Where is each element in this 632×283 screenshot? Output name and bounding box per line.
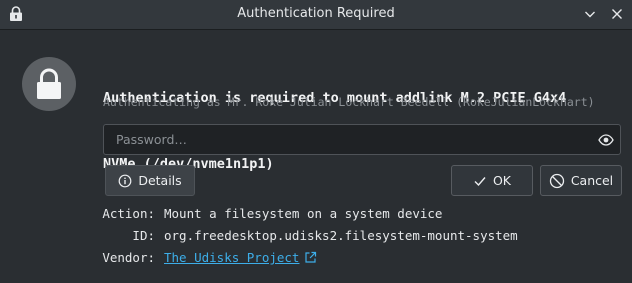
vendor-value: The Udisks Project [164, 249, 317, 269]
info-icon [118, 174, 132, 188]
cancel-icon [549, 173, 565, 189]
title-bar[interactable]: Authentication Required [0, 0, 632, 30]
checkmark-icon [473, 174, 487, 188]
authenticating-as-text: Authenticating as Mr. Roke Julian Lockha… [103, 95, 595, 109]
authentication-dialog: Authentication Required Authentication i… [0, 0, 632, 283]
chevron-down-icon[interactable] [581, 5, 599, 23]
details-button[interactable]: Details [105, 165, 195, 196]
close-icon[interactable] [608, 5, 626, 23]
ok-button[interactable]: OK [451, 165, 533, 196]
cancel-button-label: Cancel [570, 173, 614, 188]
id-row: ID: org.freedesktop.udisks2.filesystem-m… [0, 227, 632, 245]
password-input[interactable] [104, 125, 584, 154]
cancel-button[interactable]: Cancel [540, 165, 622, 196]
eye-icon[interactable] [598, 132, 614, 148]
external-link-icon[interactable] [304, 251, 317, 269]
action-row: Action: Mount a filesystem on a system d… [0, 205, 632, 223]
action-label: Action: [102, 206, 155, 221]
window-title: Authentication Required [237, 6, 395, 21]
action-value: Mount a filesystem on a system device [164, 206, 443, 221]
id-value: org.freedesktop.udisks2.filesystem-mount… [164, 228, 518, 243]
ok-button-label: OK [492, 173, 512, 188]
vendor-row: Vendor: The Udisks Project [0, 249, 632, 267]
padlock-icon [22, 57, 76, 111]
vendor-link[interactable]: The Udisks Project [164, 250, 299, 265]
password-field[interactable] [103, 124, 621, 155]
vendor-label: Vendor: [102, 250, 155, 265]
details-button-label: Details [138, 173, 182, 188]
id-label: ID: [132, 228, 155, 243]
